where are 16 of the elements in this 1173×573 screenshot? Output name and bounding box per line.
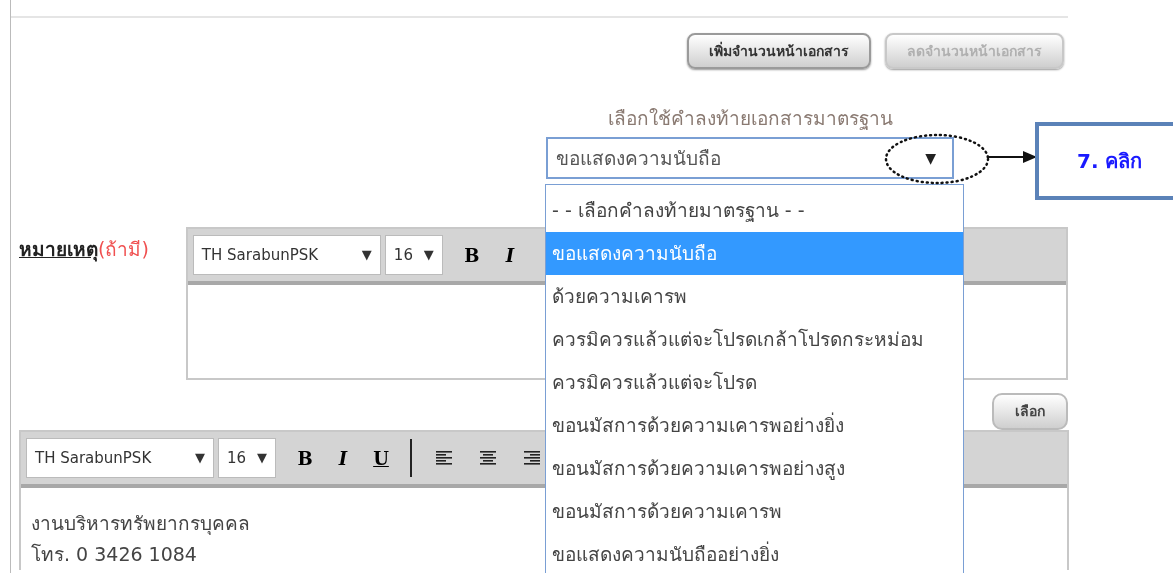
dropdown-arrow-icon: ▼ [423,245,434,265]
step-text: 7. คลิก [1077,148,1143,175]
dropdown-arrow-icon: ▼ [257,448,267,468]
font-size: 16 [393,244,413,266]
closing-value: ขอแสดงความนับถือ [556,145,721,171]
note-label: หมายเหตุ [19,238,98,260]
closing-label: เลือกใช้คำลงท้ายเอกสารมาตรฐาน [607,106,893,131]
dropdown-arrow-icon: ▼ [925,147,944,169]
font-size: 16 [227,447,247,469]
dropdown-arrow-icon: ▼ [195,448,205,468]
dropdown-arrow-icon: ▼ [361,245,372,265]
optional-hint: (ถ้ามี) [98,238,149,260]
font-name: TH SarabunPSK [201,244,319,266]
font-name: TH SarabunPSK [35,447,152,469]
signature-line: โทร. 0 3426 1084 [31,542,197,567]
signature-line: งานบริหารทรัพยากรบุคคล [31,511,250,537]
